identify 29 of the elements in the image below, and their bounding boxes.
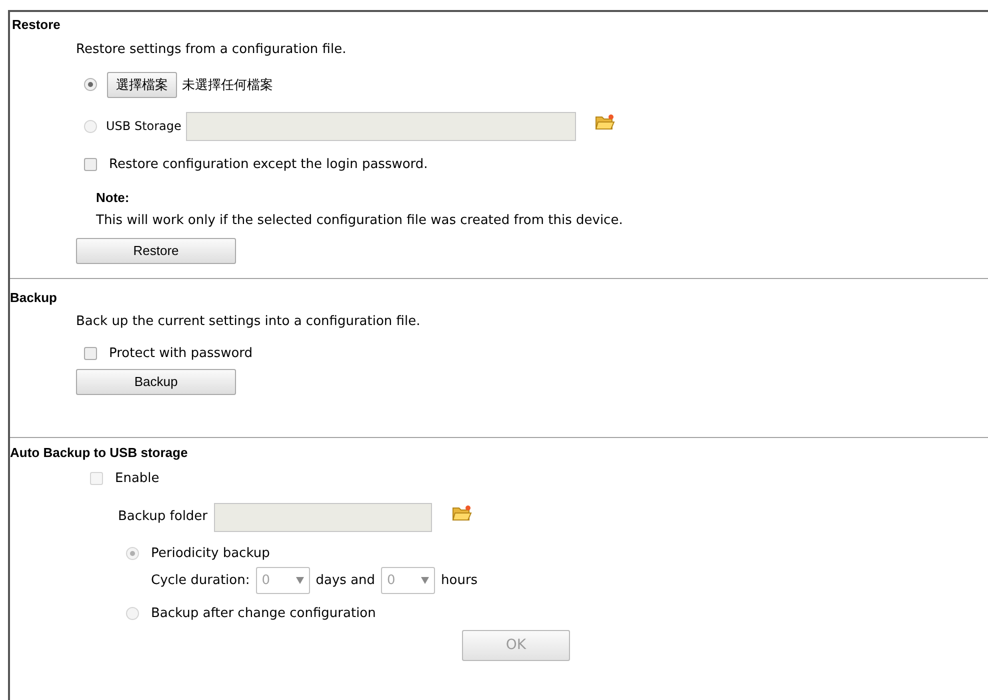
checkbox[interactable] [84,158,97,171]
checkbox-label: Enable [115,470,160,488]
description: Restore settings from a configuration file. [76,41,348,59]
radio-button[interactable] [84,78,97,91]
days-label: days and [316,572,376,590]
folder-icon[interactable] [595,114,616,130]
checkbox-label: Restore configuration except the login password. [109,156,428,174]
restore-button[interactable]: Restore [76,238,236,264]
note-text: This will work only if the selected configuration file was created from this device. [96,212,624,230]
section-title: Restore [11,18,62,31]
section-title: Backup [10,291,58,304]
radio-label: Periodicity backup [151,544,270,562]
file-status: 未選擇任何檔案 [182,76,273,94]
backup-button[interactable]: Backup [76,369,236,395]
section-title: Auto Backup to USB storage [10,446,189,459]
caret-icon [421,577,430,584]
choose-file-button[interactable]: 選擇檔案 [107,72,177,98]
hours-label: hours [441,572,478,590]
folder-icon[interactable] [452,504,472,522]
radio-button[interactable] [84,120,97,132]
radio-label: Backup after change configuration [151,605,376,623]
checkbox-label: Protect with password [109,344,253,362]
backup-folder-label: Backup folder [118,508,208,526]
usb-storage-label: USB Storage [106,118,182,135]
note-title: Note: [96,189,130,207]
checkbox[interactable] [84,346,97,360]
description: Back up the current settings into a configuration file. [76,313,422,331]
caret-icon [296,577,304,584]
cycle-duration-label: Cycle duration: [151,572,250,590]
